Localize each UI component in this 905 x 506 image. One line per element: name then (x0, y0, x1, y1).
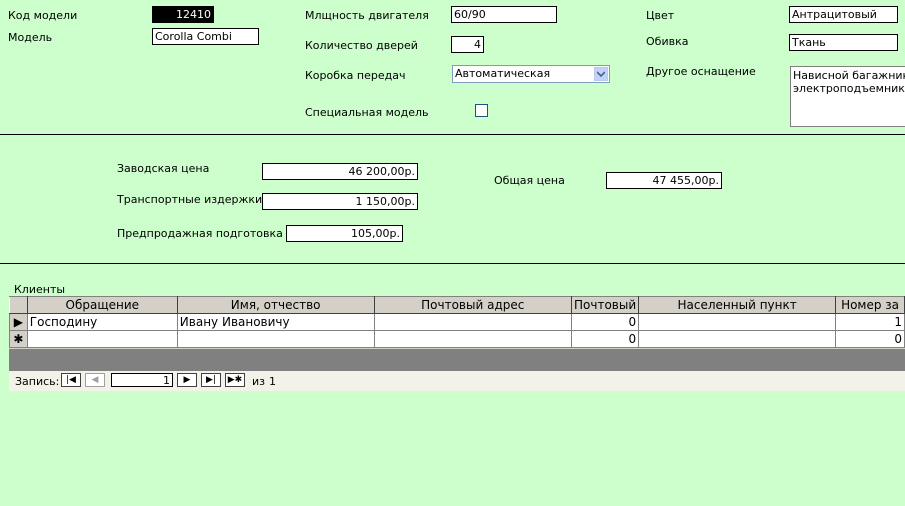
column-header[interactable]: Почтовый (570, 296, 640, 314)
table-cell[interactable]: Господину (26, 313, 178, 331)
row-selector-header[interactable] (9, 296, 28, 314)
other-equipment-line: электроподъемник ок (793, 82, 905, 95)
first-record-button[interactable]: |◀ (61, 373, 81, 387)
column-header[interactable]: Номер за (835, 296, 905, 314)
transport-label: Транспортные издержки (117, 193, 263, 206)
total-price-label: Общая цена (494, 174, 565, 187)
other-equipment-label: Другое оснащение (646, 65, 756, 78)
special-model-checkbox[interactable] (475, 104, 488, 117)
record-label: Запись: (15, 375, 60, 388)
clients-caption: Клиенты (14, 283, 66, 296)
doors-label: Количество дверей (305, 39, 418, 52)
engine-power-field[interactable]: 60/90 (451, 6, 557, 23)
chevron-down-icon (597, 71, 605, 77)
previous-record-icon: ◀ (91, 375, 99, 385)
engine-power-label: Млщность двигателя (305, 9, 429, 22)
gearbox-select[interactable]: Автоматическая (452, 65, 610, 83)
next-record-button[interactable]: ▶ (177, 373, 197, 387)
model-code-label: Код модели (8, 9, 78, 22)
table-cell[interactable] (373, 313, 572, 331)
dropdown-button[interactable] (594, 67, 608, 81)
new-record-icon[interactable]: ✱ (9, 330, 28, 348)
doors-field[interactable]: 4 (451, 36, 484, 53)
table-cell[interactable]: 1 (835, 313, 905, 331)
next-record-icon: ▶ (183, 375, 191, 385)
gearbox-label: Коробка передач (305, 69, 406, 82)
record-navigator: Запись: |◀ ◀ 1 ▶ ▶| ▶✱ из 1 (9, 371, 905, 391)
table-cell[interactable]: 0 (835, 330, 905, 348)
new-record-button[interactable]: ▶✱ (225, 373, 245, 387)
color-label: Цвет (646, 9, 675, 22)
empty-grid-area (9, 349, 905, 371)
column-header[interactable]: Населенный пункт (638, 296, 837, 314)
presale-label: Предпродажная подготовка (117, 227, 283, 240)
clients-table: Обращение Имя, отчество Почтовый адрес П… (9, 296, 905, 348)
record-number-input[interactable]: 1 (111, 373, 173, 387)
table-cell[interactable]: 0 (570, 313, 640, 331)
record-total: 1 (269, 375, 276, 388)
table-cell[interactable] (26, 330, 178, 348)
column-header[interactable]: Имя, отчество (176, 296, 375, 314)
table-header-row: Обращение Имя, отчество Почтовый адрес П… (9, 296, 905, 314)
presale-field[interactable]: 105,00р. (286, 225, 403, 242)
section-divider (0, 263, 905, 264)
special-model-label: Специальная модель (305, 106, 429, 119)
first-record-icon: |◀ (66, 375, 76, 385)
factory-price-field[interactable]: 46 200,00р. (262, 163, 418, 180)
table-cell[interactable] (638, 313, 837, 331)
column-header[interactable]: Обращение (26, 296, 178, 314)
last-record-icon: ▶| (206, 375, 216, 385)
table-cell[interactable]: Ивану Ивановичу (176, 313, 375, 331)
upholstery-field[interactable]: Ткань (789, 34, 898, 51)
table-cell[interactable] (638, 330, 837, 348)
clients-subform: Обращение Имя, отчество Почтовый адрес П… (9, 296, 905, 391)
new-record-nav-icon: ▶✱ (227, 375, 243, 385)
table-row[interactable]: ✱ 0 0 (9, 330, 905, 348)
previous-record-button[interactable]: ◀ (85, 373, 105, 387)
column-header[interactable]: Почтовый адрес (373, 296, 572, 314)
current-record-icon[interactable]: ▶ (9, 313, 28, 331)
transport-field[interactable]: 1 150,00р. (262, 193, 418, 210)
section-divider (0, 134, 905, 135)
other-equipment-line: Нависной багажник, р (793, 69, 905, 82)
record-of-label: из (252, 375, 265, 388)
gearbox-value: Автоматическая (455, 67, 551, 80)
total-price-field[interactable]: 47 455,00р. (606, 172, 722, 189)
other-equipment-memo[interactable]: Нависной багажник, р электроподъемник ок (790, 66, 905, 127)
model-label: Модель (8, 31, 53, 44)
upholstery-label: Обивка (646, 35, 689, 48)
table-cell[interactable] (373, 330, 572, 348)
table-cell[interactable] (176, 330, 375, 348)
table-row[interactable]: ▶ Господину Ивану Ивановичу 0 1 (9, 313, 905, 331)
table-cell[interactable]: 0 (570, 330, 640, 348)
last-record-button[interactable]: ▶| (201, 373, 221, 387)
color-field[interactable]: Антрацитовый (789, 6, 898, 23)
model-code-field[interactable]: 12410 (152, 6, 214, 23)
model-field[interactable]: Corolla Combi (152, 28, 259, 45)
factory-price-label: Заводская цена (117, 162, 210, 175)
